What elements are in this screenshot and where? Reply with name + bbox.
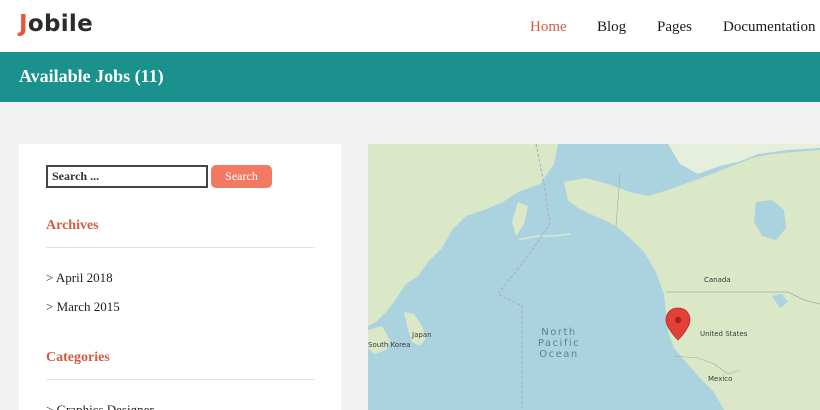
page-title-band: Available Jobs (11) [0, 52, 820, 102]
map-canvas [368, 144, 820, 410]
bullet-chevron-icon: > [46, 270, 54, 285]
archive-link-april-2018[interactable]: > April 2018 [46, 270, 113, 286]
category-link-label: Graphics Designer [56, 402, 154, 410]
map-label-north-pacific-ocean: North Pacific Ocean [532, 327, 586, 360]
archive-link-label: March 2015 [56, 299, 120, 314]
category-link-graphics-designer[interactable]: > Graphics Designer [46, 402, 154, 410]
search-button[interactable]: Search [211, 165, 272, 188]
categories-title: Categories [46, 350, 110, 365]
archive-link-march-2015[interactable]: > March 2015 [46, 299, 120, 315]
bullet-chevron-icon: > [46, 299, 54, 314]
logo-text: obile [27, 11, 93, 37]
archive-link-label: April 2018 [55, 270, 113, 285]
site-logo[interactable]: Jobile [19, 11, 93, 37]
categories-divider [46, 379, 315, 380]
archives-title: Archives [46, 218, 99, 233]
map-label-south-korea: South Korea [368, 341, 411, 349]
logo-letter: J [19, 11, 28, 37]
map-label-canada: Canada [704, 276, 731, 284]
ocean-label-line: Ocean [539, 349, 579, 360]
aleutian-islands [517, 233, 571, 241]
top-navbar: Jobile Home Blog Pages Documentation [0, 0, 820, 52]
north-america-landmass [564, 150, 820, 410]
kamchatka-landmass [512, 202, 528, 236]
asia-landmass [368, 144, 558, 326]
page-title: Available Jobs (11) [19, 66, 164, 86]
nav-pages[interactable]: Pages [657, 19, 692, 36]
archives-divider [46, 247, 315, 248]
map-label-mexico: Mexico [708, 375, 733, 383]
nav-blog[interactable]: Blog [597, 19, 626, 36]
search-input[interactable] [46, 165, 208, 188]
nav-documentation[interactable]: Documentation [723, 19, 815, 36]
bullet-chevron-icon: > [46, 402, 54, 410]
nav-home[interactable]: Home [530, 19, 567, 36]
map-label-japan: Japan [412, 331, 432, 339]
map-label-united-states: United States [700, 330, 748, 338]
jobs-map[interactable]: Canada United States Mexico Japan South … [368, 144, 820, 410]
korea-landmass [368, 326, 390, 354]
ocean-label-line: North [541, 327, 577, 338]
ocean-label-line: Pacific [537, 338, 581, 349]
sidebar: Search Archives > April 2018 > March 201… [19, 144, 341, 410]
